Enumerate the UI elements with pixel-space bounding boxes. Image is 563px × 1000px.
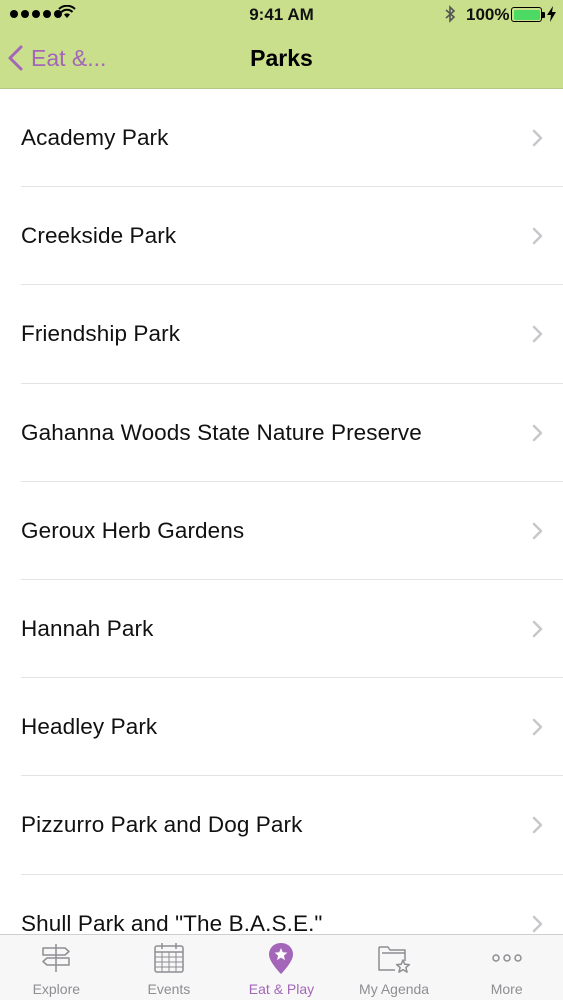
list-item[interactable]: Pizzurro Park and Dog Park xyxy=(0,776,563,875)
list-item-label: Geroux Herb Gardens xyxy=(21,517,245,543)
tab-label: My Agenda xyxy=(359,981,430,997)
chevron-right-icon xyxy=(532,915,543,932)
list-item-label: Pizzurro Park and Dog Park xyxy=(21,812,303,838)
list-item[interactable]: Academy Park xyxy=(0,89,563,188)
chevron-right-icon xyxy=(532,424,543,441)
list-item[interactable]: Friendship Park xyxy=(0,285,563,384)
tab-more[interactable]: More xyxy=(450,935,563,1000)
charging-bolt-icon xyxy=(547,6,556,22)
tab-events[interactable]: Events xyxy=(113,935,226,1000)
battery-tip xyxy=(542,12,545,18)
map-pin-star-icon xyxy=(269,943,294,974)
list-item[interactable]: Geroux Herb Gardens xyxy=(0,482,563,581)
list-item-label: Headley Park xyxy=(21,714,158,740)
page-title: Parks xyxy=(250,45,313,71)
calendar-icon xyxy=(154,943,184,973)
chevron-right-icon xyxy=(532,129,543,147)
chevron-right-icon xyxy=(532,522,543,540)
chevron-right-icon xyxy=(532,718,543,736)
list-item-label: Gahanna Woods State Nature Preserve xyxy=(21,419,422,445)
signpost-icon xyxy=(42,944,71,972)
tab-eat-and-play[interactable]: Eat & Play xyxy=(225,935,338,1000)
bluetooth-icon xyxy=(445,5,456,23)
list-item-label: Academy Park xyxy=(21,125,169,151)
tab-label: Eat & Play xyxy=(248,981,315,997)
tab-my-agenda[interactable]: My Agenda xyxy=(338,935,451,1000)
list-item[interactable]: Shull Park and "The B.A.S.E." xyxy=(0,875,563,934)
folder-star-icon xyxy=(378,946,411,973)
battery-percent: 100% xyxy=(466,5,510,24)
list-item[interactable]: Headley Park xyxy=(0,678,563,777)
top-bar: 9:41 AM 100% Eat &... Parks xyxy=(0,0,563,89)
list-item-label: Hannah Park xyxy=(21,616,154,642)
tab-label: Events xyxy=(147,981,191,997)
list-item-label: Shull Park and "The B.A.S.E." xyxy=(21,910,323,934)
chevron-right-icon xyxy=(532,326,543,343)
list-item[interactable]: Creekside Park xyxy=(0,187,563,286)
list-item-label: Creekside Park xyxy=(21,223,177,249)
chevron-right-icon xyxy=(532,817,543,834)
tab-explore[interactable]: Explore xyxy=(0,935,113,1000)
chevron-right-icon xyxy=(532,228,543,245)
list-item[interactable]: Gahanna Woods State Nature Preserve xyxy=(0,384,563,482)
battery-icon xyxy=(511,7,542,22)
tab-label: Explore xyxy=(32,981,81,997)
more-dots-icon xyxy=(491,954,522,962)
list-item[interactable]: Hannah Park xyxy=(0,580,563,679)
tab-label: More xyxy=(490,981,523,997)
status-bar: 9:41 AM 100% xyxy=(0,0,563,30)
parks-list[interactable]: Academy Park Creekside Park Friendship P… xyxy=(0,89,563,934)
list-item-label: Friendship Park xyxy=(21,321,181,347)
tab-bar: Explore Events Eat & Play My Agenda More xyxy=(0,934,563,1000)
navigation-bar: Eat &... Parks xyxy=(0,30,563,88)
chevron-right-icon xyxy=(532,620,543,638)
